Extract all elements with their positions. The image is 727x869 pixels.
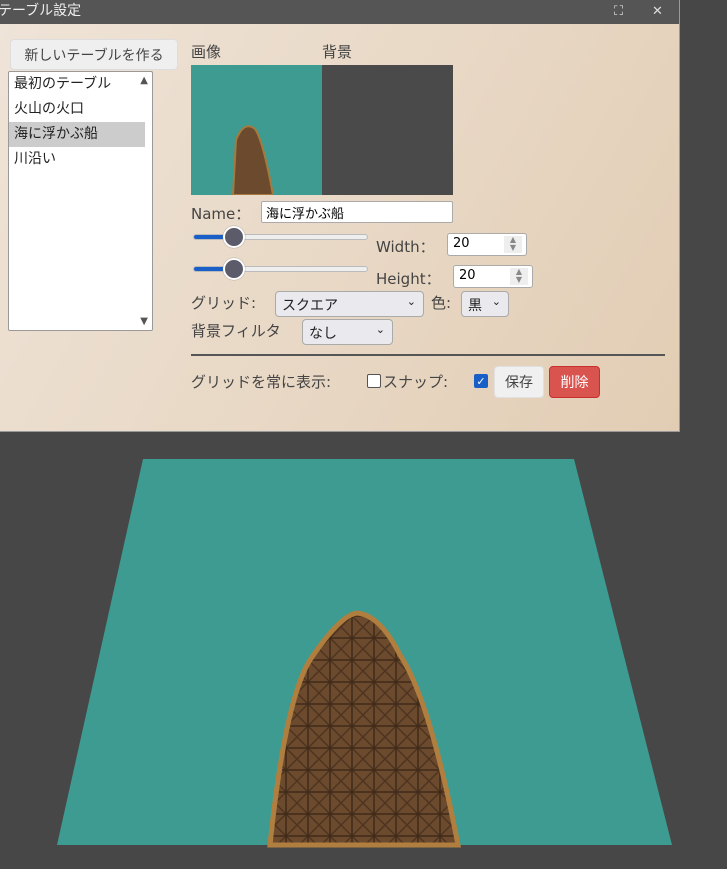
table-3d-view[interactable]	[0, 0, 727, 869]
